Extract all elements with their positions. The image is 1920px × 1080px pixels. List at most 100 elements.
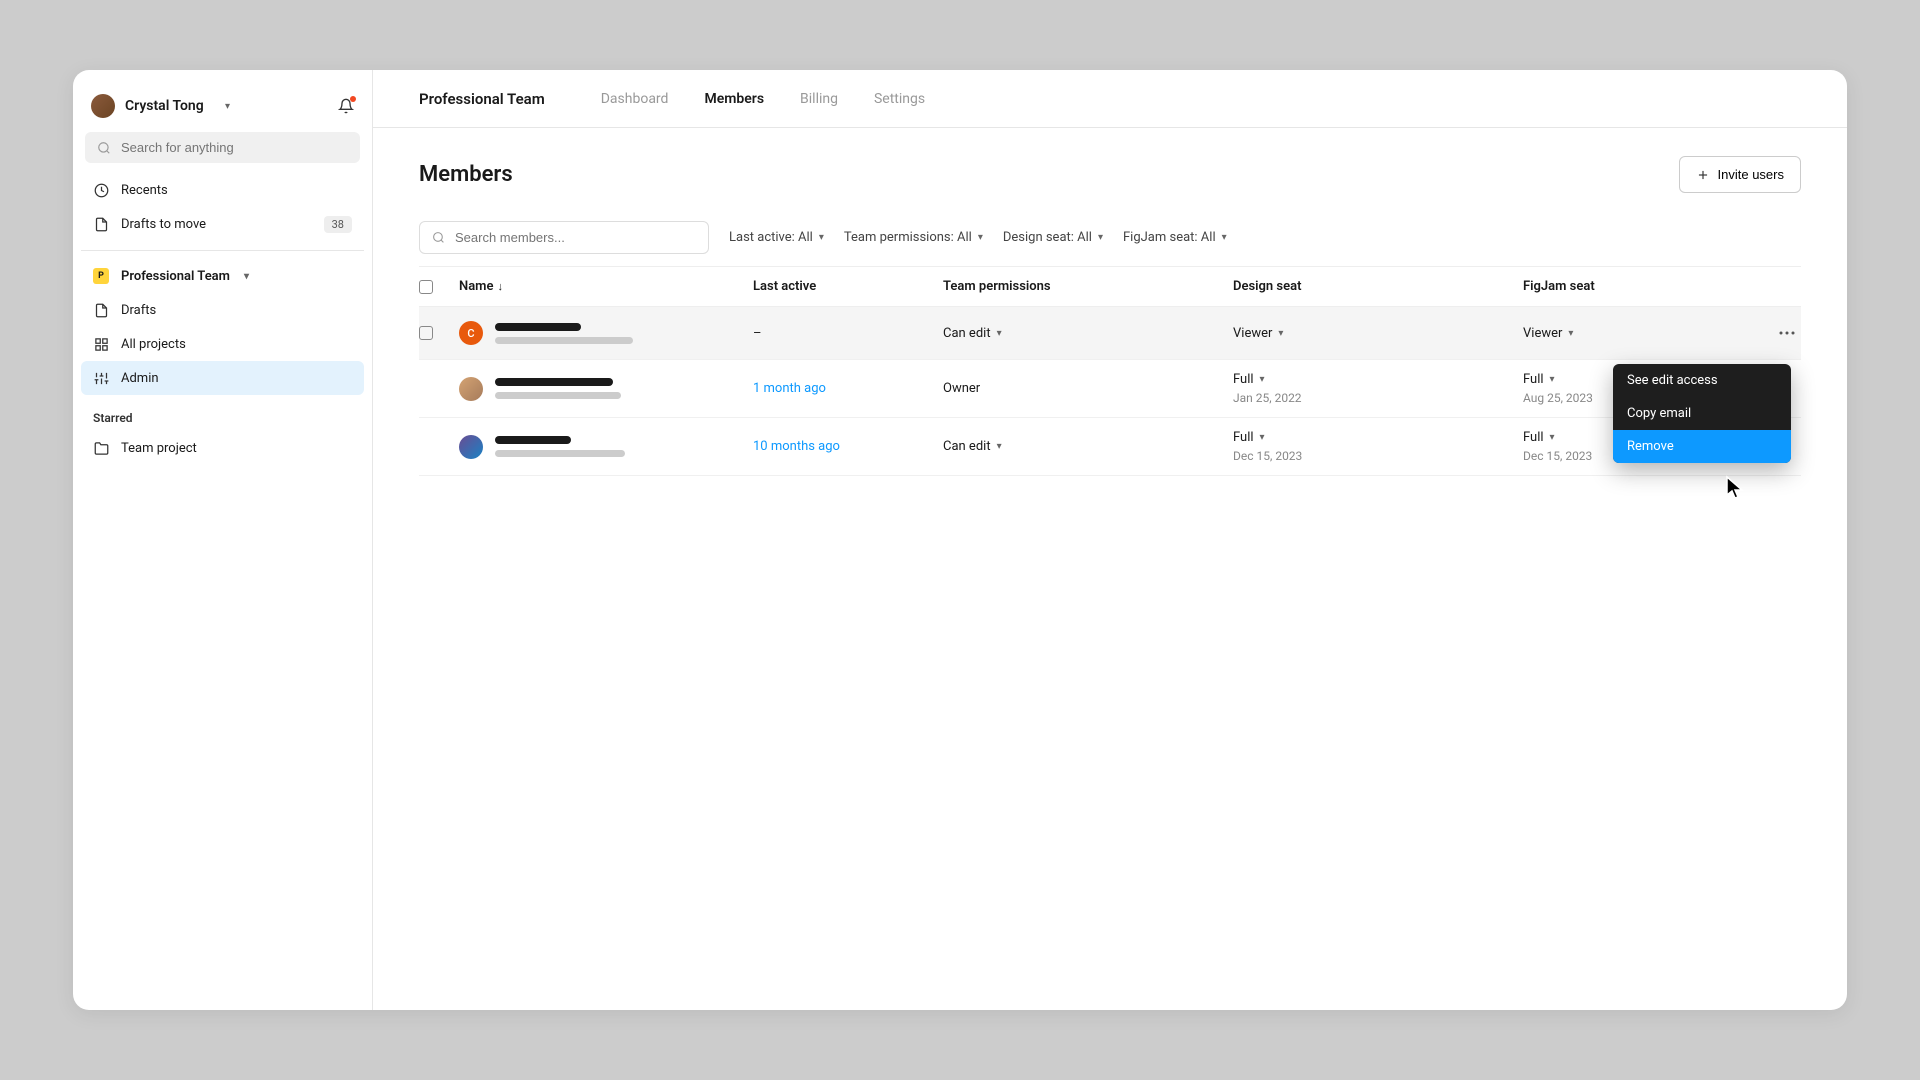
- member-email-redacted: [495, 337, 633, 344]
- context-copy-email[interactable]: Copy email: [1613, 397, 1791, 430]
- chevron-down-icon: ▾: [1550, 432, 1555, 443]
- user-switcher[interactable]: Crystal Tong ▾: [81, 86, 364, 126]
- member-name-redacted: [495, 323, 581, 331]
- member-email-redacted: [495, 450, 625, 457]
- grid-icon: [93, 336, 109, 352]
- global-search[interactable]: [85, 132, 360, 163]
- topbar: Professional Team Dashboard Members Bill…: [373, 70, 1847, 128]
- nav-label: Drafts: [121, 303, 156, 318]
- chevron-down-icon: ▾: [819, 232, 824, 243]
- notifications-button[interactable]: [338, 98, 354, 114]
- folder-icon: [93, 440, 109, 456]
- chevron-down-icon: ▾: [997, 328, 1002, 339]
- design-seat-date: Jan 25, 2022: [1233, 391, 1523, 405]
- sort-down-icon: ↓: [497, 280, 503, 293]
- chevron-down-icon: ▾: [1098, 232, 1103, 243]
- table-row[interactable]: 1 month ago Owner Full ▾ Jan 25, 2022 Fu: [419, 360, 1801, 418]
- filters-row: Last active: All ▾ Team permissions: All…: [419, 221, 1801, 254]
- content-area: Members Invite users Last active: All ▾ …: [373, 128, 1847, 1010]
- member-email-redacted: [495, 392, 621, 399]
- starred-item[interactable]: Team project: [81, 431, 364, 465]
- context-see-edit-access[interactable]: See edit access: [1613, 364, 1791, 397]
- permission-cell: Owner: [943, 381, 1233, 396]
- user-avatar: [91, 94, 115, 118]
- nav-admin[interactable]: Admin: [81, 361, 364, 395]
- last-active-cell[interactable]: 10 months ago: [753, 439, 943, 454]
- figjam-seat-select[interactable]: Viewer ▾: [1523, 326, 1773, 341]
- table-header-row: Name ↓ Last active Team permissions Desi…: [419, 266, 1801, 307]
- col-last-active-header[interactable]: Last active: [753, 279, 943, 294]
- chevron-down-icon: ▾: [1568, 328, 1573, 339]
- filter-team-permissions[interactable]: Team permissions: All ▾: [844, 230, 983, 245]
- invite-label: Invite users: [1718, 167, 1784, 182]
- team-badge-icon: P: [93, 268, 109, 284]
- cursor-icon: [1725, 475, 1745, 501]
- nav-recents[interactable]: Recents: [81, 173, 364, 207]
- file-icon: [93, 302, 109, 318]
- tab-settings[interactable]: Settings: [874, 91, 925, 107]
- col-name-header[interactable]: Name ↓: [459, 279, 753, 294]
- filter-figjam-seat[interactable]: FigJam seat: All ▾: [1123, 230, 1227, 245]
- member-avatar: [459, 435, 483, 459]
- nav-drafts[interactable]: Drafts: [81, 293, 364, 327]
- search-icon: [432, 231, 445, 244]
- member-avatar: [459, 377, 483, 401]
- clock-icon: [93, 182, 109, 198]
- row-context-menu: See edit access Copy email Remove: [1613, 364, 1791, 463]
- member-info: [495, 436, 625, 457]
- tab-dashboard[interactable]: Dashboard: [601, 91, 669, 107]
- row-checkbox[interactable]: [419, 326, 433, 340]
- design-seat-select[interactable]: Full ▾: [1233, 372, 1523, 387]
- context-remove[interactable]: Remove: [1613, 430, 1791, 463]
- table-row[interactable]: 10 months ago Can edit ▾ Full ▾ Dec 15, …: [419, 418, 1801, 476]
- design-seat-date: Dec 15, 2023: [1233, 449, 1523, 463]
- team-switcher[interactable]: P Professional Team ▾: [81, 259, 364, 293]
- row-actions-button[interactable]: [1773, 319, 1801, 347]
- member-name-redacted: [495, 378, 613, 386]
- tab-members[interactable]: Members: [704, 91, 764, 107]
- chevron-down-icon: ▾: [225, 101, 230, 112]
- members-search[interactable]: [419, 221, 709, 254]
- col-figjam-header[interactable]: FigJam seat: [1523, 279, 1773, 294]
- member-name-redacted: [495, 436, 571, 444]
- tab-billing[interactable]: Billing: [800, 91, 838, 107]
- chevron-down-icon: ▾: [1222, 232, 1227, 243]
- search-icon: [97, 141, 111, 155]
- plus-icon: [1696, 168, 1710, 182]
- nav-label: Drafts to move: [121, 217, 206, 232]
- nav-label: Recents: [121, 183, 168, 198]
- global-search-input[interactable]: [121, 140, 348, 155]
- chevron-down-icon: ▾: [978, 232, 983, 243]
- chevron-down-icon: ▾: [1260, 374, 1265, 385]
- nav-label: Admin: [121, 371, 159, 386]
- file-icon: [93, 217, 109, 233]
- user-name: Crystal Tong: [125, 98, 213, 114]
- permission-select[interactable]: Can edit ▾: [943, 439, 1233, 454]
- permission-select[interactable]: Can edit ▾: [943, 326, 1233, 341]
- filter-last-active[interactable]: Last active: All ▾: [729, 230, 824, 245]
- nav-all-projects[interactable]: All projects: [81, 327, 364, 361]
- topbar-team-name: Professional Team: [419, 90, 545, 108]
- notification-dot: [350, 96, 356, 102]
- app-window: Crystal Tong ▾ Recents Drafts to move 38…: [73, 70, 1847, 1010]
- chevron-down-icon: ▾: [1278, 328, 1283, 339]
- chevron-down-icon: ▾: [1550, 374, 1555, 385]
- last-active-cell: –: [753, 326, 943, 341]
- member-info: [495, 323, 633, 344]
- table-row[interactable]: C – Can edit ▾ Viewer ▾: [419, 307, 1801, 360]
- members-search-input[interactable]: [455, 230, 696, 245]
- nav-drafts-to-move[interactable]: Drafts to move 38: [81, 207, 364, 242]
- design-seat-select[interactable]: Viewer ▾: [1233, 326, 1523, 341]
- col-permissions-header[interactable]: Team permissions: [943, 279, 1233, 294]
- starred-section-label: Starred: [81, 395, 364, 431]
- sidebar: Crystal Tong ▾ Recents Drafts to move 38…: [73, 70, 373, 1010]
- last-active-cell[interactable]: 1 month ago: [753, 381, 943, 396]
- design-seat-select[interactable]: Full ▾: [1233, 430, 1523, 445]
- nav-label: All projects: [121, 337, 186, 352]
- filter-design-seat[interactable]: Design seat: All ▾: [1003, 230, 1103, 245]
- invite-users-button[interactable]: Invite users: [1679, 156, 1801, 193]
- more-horizontal-icon: [1779, 331, 1795, 335]
- select-all-checkbox[interactable]: [419, 280, 433, 294]
- member-info: [495, 378, 621, 399]
- col-design-header[interactable]: Design seat: [1233, 279, 1523, 294]
